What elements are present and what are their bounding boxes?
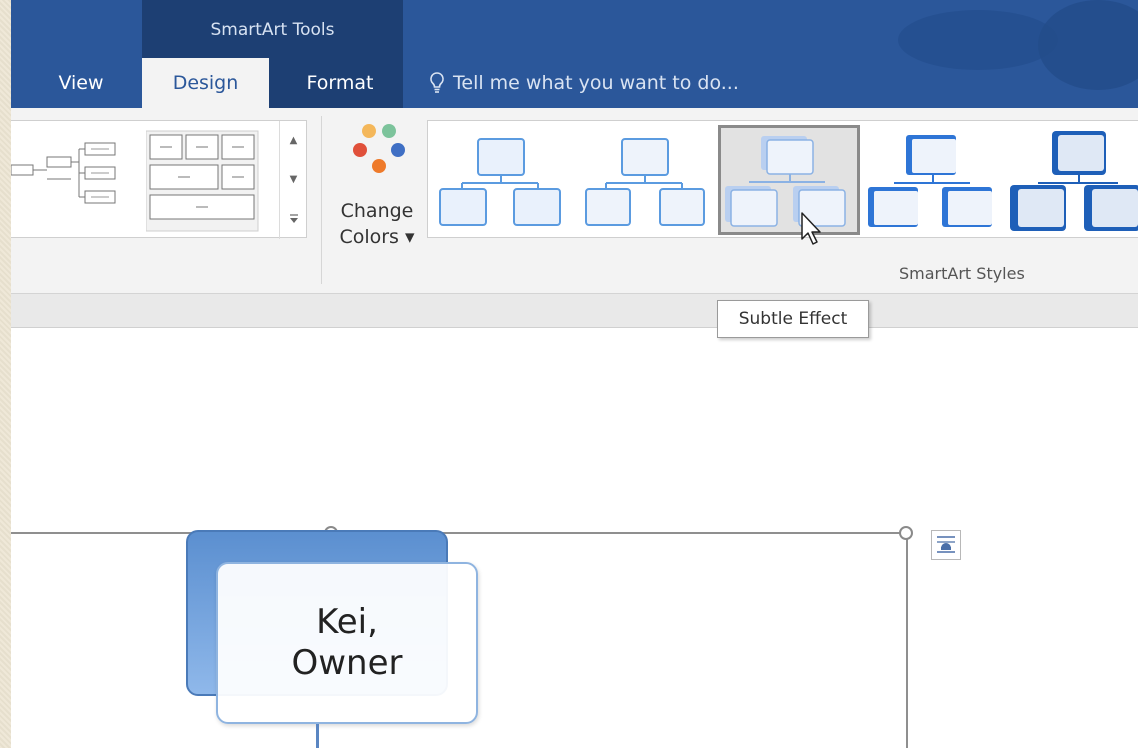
background-decoration <box>898 10 1058 70</box>
style-thumbnail-moderate-effect[interactable] <box>864 125 1006 235</box>
tab-format[interactable]: Format <box>285 58 395 108</box>
layout-options-button[interactable] <box>931 530 961 560</box>
node-text-line: Owner <box>291 643 403 683</box>
smartart-frame-top <box>11 532 906 534</box>
layout-hierarchy-thumbnail[interactable] <box>11 121 121 239</box>
more-button[interactable] <box>280 199 307 238</box>
background-decoration <box>1038 0 1138 90</box>
style-thumbnail-white-outline[interactable] <box>576 125 718 235</box>
tab-view[interactable]: View <box>41 58 121 108</box>
style-thumbnail-intense-effect[interactable] <box>1008 125 1138 235</box>
layouts-gallery[interactable]: ▲ ▼ <box>11 120 307 239</box>
layouts-scroll-buttons: ▲ ▼ <box>279 121 307 239</box>
ribbon-bottom-strip <box>11 294 1138 328</box>
tell-me-text: Tell me what you want to do... <box>453 72 739 94</box>
word-window: SmartArt Tools View Design Format Tell m… <box>11 0 1138 748</box>
context-tab-title: SmartArt Tools <box>210 20 335 40</box>
style-thumbnail-simple-fill[interactable] <box>432 125 574 235</box>
smartart-styles-group-label: SmartArt Styles <box>899 264 1025 283</box>
smartart-frame-right <box>906 534 908 748</box>
change-colors-label-2: Colors ▾ <box>339 226 415 248</box>
ribbon: ▲ ▼ Change Colors ▾ SmartArt Styles <box>11 108 1138 294</box>
scroll-up-button[interactable]: ▲ <box>280 121 307 160</box>
change-colors-label: Change <box>340 200 414 222</box>
resize-handle-top-right[interactable] <box>899 526 913 540</box>
tab-design[interactable]: Design <box>142 58 269 108</box>
palette-icon <box>353 124 405 173</box>
title-tab-bar: SmartArt Tools View Design Format Tell m… <box>11 0 1138 108</box>
change-colors-button[interactable]: Change Colors ▾ <box>329 118 425 268</box>
more-icon <box>289 213 298 223</box>
layout-options-icon <box>937 536 955 553</box>
scroll-down-button[interactable]: ▼ <box>280 160 307 199</box>
group-divider <box>321 116 322 284</box>
style-thumbnail-subtle-effect[interactable] <box>718 125 860 235</box>
smartart-connector <box>316 724 319 748</box>
tell-me-box[interactable]: Tell me what you want to do... <box>429 58 739 108</box>
lightbulb-icon <box>430 72 444 93</box>
layout-grid-thumbnail[interactable] <box>146 121 266 239</box>
smartart-styles-gallery[interactable] <box>427 120 1138 245</box>
smartart-node-owner[interactable]: Kei, Owner <box>216 562 478 724</box>
node-text-line: Kei, <box>316 602 378 643</box>
outer-frame <box>0 0 11 748</box>
style-tooltip: Subtle Effect <box>717 300 869 338</box>
mouse-cursor-icon <box>801 212 821 245</box>
